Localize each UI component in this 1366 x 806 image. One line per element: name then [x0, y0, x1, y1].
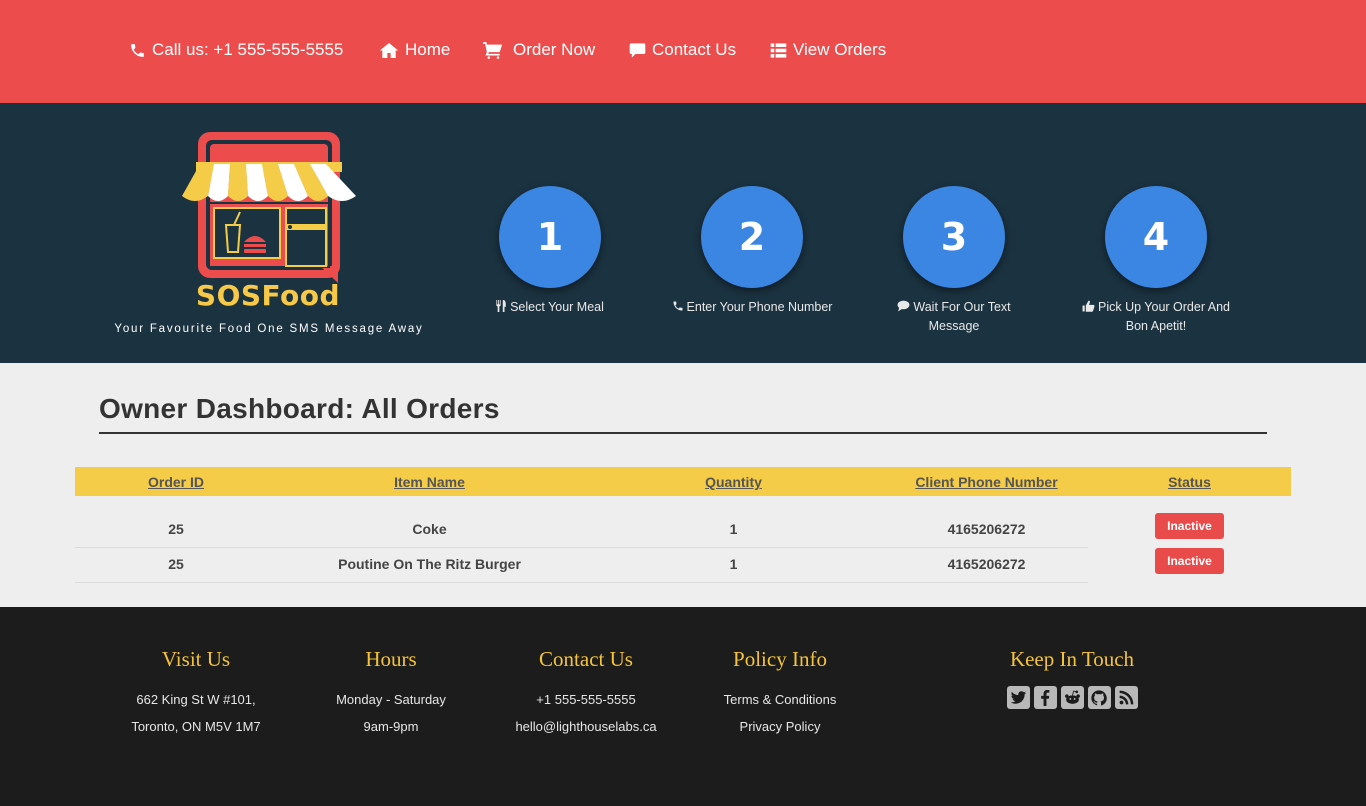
phone-cell: 4165206272 — [947, 556, 1026, 572]
address-line-2: Toronto, ON M5V 1M7 — [131, 719, 261, 734]
step-label-1: Select Your Meal — [450, 298, 650, 317]
step-label-2: Enter Your Phone Number — [652, 298, 852, 317]
orders-table-header: Order ID Item Name Quantity Client Phone… — [75, 467, 1291, 496]
nav-contact-us[interactable]: Contact Us — [629, 38, 736, 62]
quantity-cell: 1 — [729, 521, 738, 537]
nav-view-orders[interactable]: View Orders — [770, 38, 886, 62]
step-number-4: 4 — [1105, 186, 1207, 288]
nav-contact-us-label: Contact Us — [652, 40, 737, 59]
twitter-icon[interactable] — [1006, 686, 1030, 709]
thumbs-up-icon — [1082, 300, 1095, 312]
footer-contact-us: Contact Us +1 555-555-5555 hello@lightho… — [486, 647, 686, 740]
facebook-icon[interactable] — [1033, 686, 1057, 709]
chat-icon — [897, 300, 910, 312]
quantity-cell: 1 — [729, 556, 738, 572]
column-header-status[interactable]: Status — [1088, 474, 1291, 490]
comment-icon — [629, 42, 646, 58]
footer-heading-visit: Visit Us — [161, 647, 231, 671]
footer-heading-social: Keep In Touch — [1009, 647, 1135, 671]
site-footer: Visit Us 662 King St W #101, Toronto, ON… — [0, 607, 1366, 806]
cutlery-icon — [496, 300, 506, 312]
step-text-1: Select Your Meal — [510, 300, 604, 314]
github-icon[interactable] — [1087, 686, 1111, 709]
phone-icon — [673, 301, 683, 311]
nav-view-orders-label: View Orders — [793, 40, 887, 59]
nav-order-now[interactable]: Order Now — [483, 38, 595, 62]
step-text-3: Wait For Our Text Message — [913, 300, 1011, 333]
footer-heading-hours: Hours — [365, 647, 417, 671]
storefront-icon — [182, 132, 356, 283]
list-icon — [770, 42, 787, 58]
title-divider — [99, 432, 1267, 434]
privacy-link[interactable]: Privacy Policy — [680, 713, 880, 740]
row-divider — [75, 547, 1088, 548]
step-number-3: 3 — [903, 186, 1005, 288]
step-1: 1 Select Your Meal — [450, 186, 650, 317]
row-divider — [75, 582, 1088, 583]
item-name-cell: Poutine On The Ritz Burger — [338, 556, 521, 572]
column-header-client-phone[interactable]: Client Phone Number — [885, 474, 1088, 490]
footer-policy-info: Policy Info Terms & Conditions Privacy P… — [680, 647, 880, 740]
phone-cell: 4165206272 — [947, 521, 1026, 537]
footer-visit-us: Visit Us 662 King St W #101, Toronto, ON… — [96, 647, 296, 740]
column-header-order-id[interactable]: Order ID — [75, 474, 277, 490]
footer-hours: Hours Monday - Saturday 9am-9pm — [291, 647, 491, 740]
step-3: 3 Wait For Our Text Message — [854, 186, 1054, 336]
nav-order-now-label: Order Now — [513, 40, 596, 59]
brand-name: SOSFood — [195, 279, 341, 312]
status-badge[interactable]: Inactive — [1155, 548, 1224, 574]
footer-heading-policy: Policy Info — [733, 647, 827, 671]
nav-call-us[interactable]: Call us: +1 555-555-5555 — [129, 38, 343, 62]
step-number-1: 1 — [499, 186, 601, 288]
reddit-icon[interactable] — [1060, 686, 1084, 709]
column-header-item-name[interactable]: Item Name — [277, 474, 582, 490]
step-label-4: Pick Up Your Order And Bon Apetit! — [1056, 298, 1256, 336]
top-navbar: Call us: +1 555-555-5555 Home Order Now … — [0, 0, 1366, 103]
brand-tagline: Your Favourite Food One SMS Message Away — [114, 323, 424, 335]
item-name-cell: Coke — [412, 521, 447, 537]
contact-phone-link[interactable]: +1 555-555-5555 — [486, 686, 686, 713]
step-2: 2 Enter Your Phone Number — [652, 186, 852, 317]
home-icon — [379, 42, 399, 58]
nav-home[interactable]: Home — [379, 38, 450, 62]
step-number-2: 2 — [701, 186, 803, 288]
footer-heading-contact: Contact Us — [539, 647, 633, 671]
step-4: 4 Pick Up Your Order And Bon Apetit! — [1056, 186, 1256, 336]
column-header-quantity[interactable]: Quantity — [582, 474, 885, 490]
page-title: Owner Dashboard: All Orders — [99, 393, 500, 424]
footer-keep-in-touch: Keep In Touch — [972, 647, 1172, 709]
cart-icon — [483, 41, 503, 59]
status-badge[interactable]: Inactive — [1155, 513, 1224, 539]
phone-icon — [131, 43, 144, 57]
order-id-cell: 25 — [168, 556, 184, 572]
nav-call-us-label: Call us: +1 555-555-5555 — [152, 40, 344, 59]
terms-link[interactable]: Terms & Conditions — [680, 686, 880, 713]
contact-email-link[interactable]: hello@lighthouselabs.ca — [486, 713, 686, 740]
order-id-cell: 25 — [168, 521, 184, 537]
rss-icon[interactable] — [1114, 686, 1138, 709]
step-text-2: Enter Your Phone Number — [686, 300, 833, 314]
hours-times: 9am-9pm — [363, 719, 419, 734]
hours-days: Monday - Saturday — [336, 692, 446, 707]
social-links — [972, 686, 1172, 709]
nav-home-label: Home — [405, 40, 451, 59]
address-line-1: 662 King St W #101, — [136, 692, 256, 707]
step-text-4: Pick Up Your Order And Bon Apetit! — [1097, 300, 1231, 333]
step-label-3: Wait For Our Text Message — [854, 298, 1054, 336]
hero-banner: SOSFood Your Favourite Food One SMS Mess… — [0, 103, 1366, 363]
